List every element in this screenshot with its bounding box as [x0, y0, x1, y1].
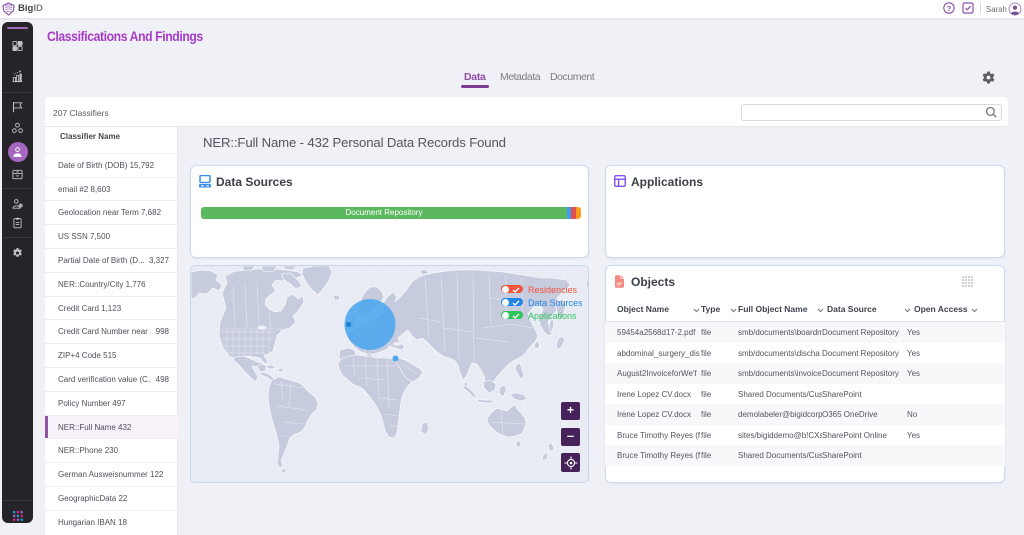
svg-text:?: ?	[947, 4, 952, 13]
